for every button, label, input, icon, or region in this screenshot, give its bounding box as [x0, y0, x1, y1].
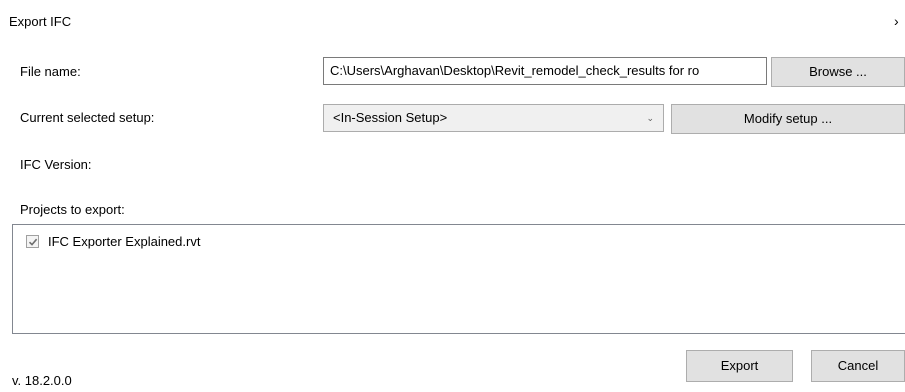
project-item-label: IFC Exporter Explained.rvt: [48, 234, 201, 249]
dialog-title: Export IFC: [9, 14, 72, 29]
version-text: v. 18.2.0.0: [12, 373, 72, 388]
close-icon[interactable]: ›: [894, 13, 905, 29]
export-ifc-dialog: { "dialog": { "title": "Export IFC", "cl…: [0, 0, 905, 392]
current-setup-label: Current selected setup:: [20, 110, 155, 125]
export-button[interactable]: Export: [686, 350, 793, 382]
cancel-button[interactable]: Cancel: [811, 350, 905, 382]
check-icon: [28, 238, 38, 246]
projects-list[interactable]: IFC Exporter Explained.rvt: [12, 224, 905, 334]
project-checkbox[interactable]: [26, 235, 39, 248]
chevron-down-icon: ⌄: [646, 113, 654, 123]
setup-dropdown-value: <In-Session Setup>: [333, 110, 448, 125]
modify-setup-button[interactable]: Modify setup ...: [671, 104, 905, 134]
file-name-input[interactable]: C:\Users\Arghavan\Desktop\Revit_remodel_…: [323, 57, 767, 85]
ifc-version-label: IFC Version:: [20, 157, 92, 172]
file-name-label: File name:: [20, 64, 81, 79]
setup-dropdown[interactable]: <In-Session Setup> ⌄: [323, 104, 664, 132]
projects-label: Projects to export:: [20, 202, 125, 217]
browse-button[interactable]: Browse ...: [771, 57, 905, 87]
